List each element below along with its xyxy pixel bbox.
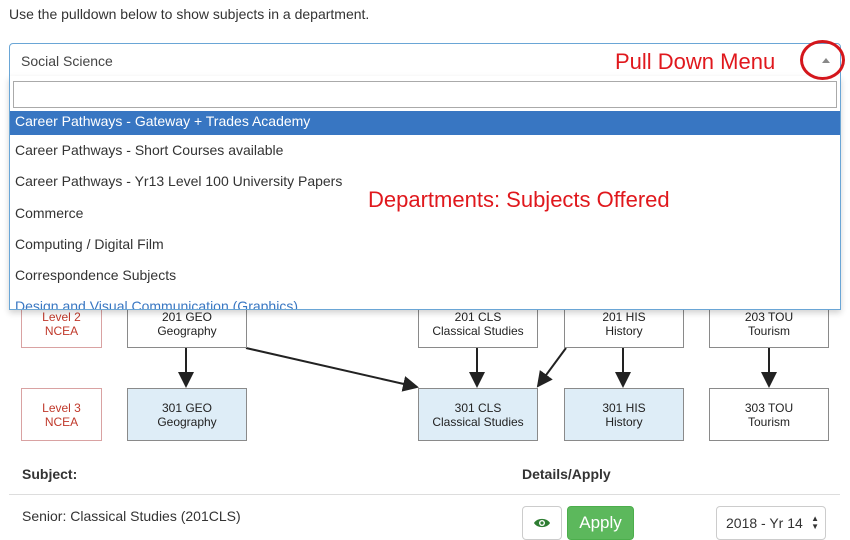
subject-name: Senior: Classical Studies (201CLS) xyxy=(22,508,241,524)
node-name: Tourism xyxy=(747,414,790,429)
node-code: 301 HIS xyxy=(602,400,646,415)
dropdown-option[interactable]: Career Pathways - Short Courses availabl… xyxy=(10,135,840,166)
node-name: Classical Studies xyxy=(432,414,524,429)
node-name: Geography xyxy=(157,414,217,429)
apply-button[interactable]: Apply xyxy=(567,506,634,540)
level-2-line2: NCEA xyxy=(44,324,79,338)
node-code: 201 GEO xyxy=(161,310,213,324)
node-name: Classical Studies xyxy=(432,324,524,338)
dropdown-option[interactable]: Computing / Digital Film xyxy=(10,229,840,260)
node-code: 201 HIS xyxy=(602,310,646,324)
level-3-line1: Level 3 xyxy=(42,400,81,415)
table-header-subject: Subject: xyxy=(22,466,78,482)
department-select-value: Social Science xyxy=(21,53,113,69)
dropdown-option[interactable]: Design and Visual Communication (Graphic… xyxy=(10,291,840,309)
node-code: 201 CLS xyxy=(454,310,502,324)
dropdown-option[interactable]: Correspondence Subjects xyxy=(10,260,840,291)
dropdown-option[interactable]: Career Pathways - Gateway + Trades Acade… xyxy=(10,111,840,135)
node-301-cls[interactable]: 301 CLS Classical Studies xyxy=(418,388,538,441)
node-code: 303 TOU xyxy=(744,400,794,415)
node-name: History xyxy=(605,414,643,429)
node-name: History xyxy=(605,324,643,338)
year-select[interactable]: 2018 - Yr 14 ▲ ▼ xyxy=(716,506,826,540)
node-code: 301 GEO xyxy=(161,400,213,415)
node-name: Geography xyxy=(157,324,217,338)
node-301-geo[interactable]: 301 GEO Geography xyxy=(127,388,247,441)
node-code: 203 TOU xyxy=(744,310,794,324)
table-divider xyxy=(9,494,840,495)
level-2-line1: Level 2 xyxy=(42,310,81,324)
details-button[interactable] xyxy=(522,506,562,540)
table-header-details: Details/Apply xyxy=(522,466,611,482)
annotation-departments: Departments: Subjects Offered xyxy=(368,187,670,212)
node-name: Tourism xyxy=(747,324,790,338)
annotation-pulldown: Pull Down Menu xyxy=(615,49,776,74)
level-3-label: Level 3 NCEA xyxy=(21,388,102,441)
node-code: 301 CLS xyxy=(454,400,502,415)
level-3-line2: NCEA xyxy=(44,414,79,429)
department-search-input[interactable] xyxy=(13,81,837,108)
annotation-circle xyxy=(800,40,845,80)
node-301-his[interactable]: 301 HIS History xyxy=(564,388,684,441)
eye-icon xyxy=(534,518,550,528)
year-select-value: 2018 - Yr 14 xyxy=(726,515,803,531)
node-303-tou[interactable]: 303 TOU Tourism xyxy=(709,388,829,441)
updown-arrows-icon: ▲ ▼ xyxy=(811,514,819,531)
